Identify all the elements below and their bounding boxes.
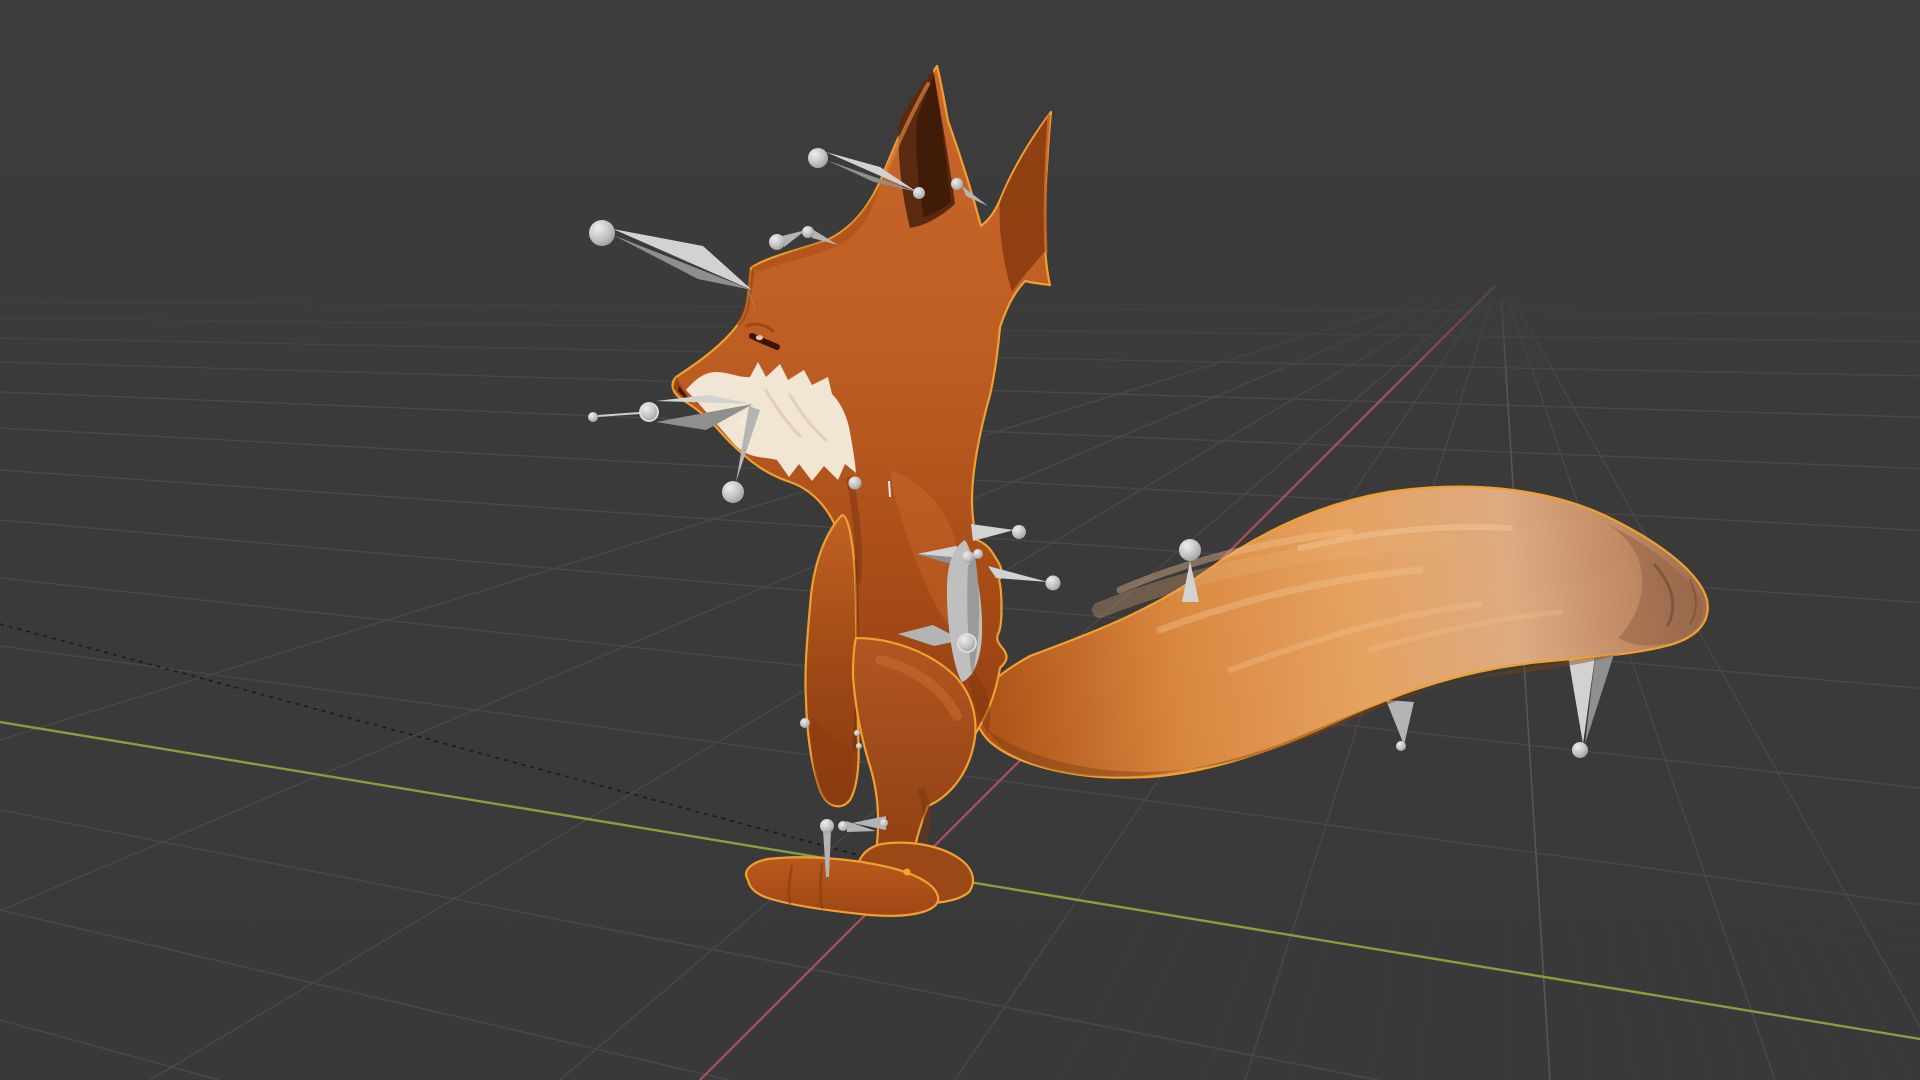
muzzle-small-sphere[interactable] <box>588 412 598 422</box>
jaw-tip-sphere[interactable] <box>722 481 744 503</box>
chest-small-sphere-1[interactable] <box>962 551 974 563</box>
finger-dot-sphere[interactable] <box>854 730 860 736</box>
object-origin-dot[interactable] <box>903 868 911 876</box>
tail-under-bone-2-sphere[interactable] <box>1572 742 1588 758</box>
ankle-needle-sphere[interactable] <box>820 819 834 833</box>
rear-toe-sphere[interactable] <box>880 819 888 827</box>
tail-base-sphere[interactable] <box>1179 539 1201 561</box>
tail-under-bone-1-sphere[interactable] <box>1396 741 1406 751</box>
throat-stick-bone[interactable] <box>888 480 891 498</box>
crown-sphere-b[interactable] <box>802 226 814 238</box>
far-ear-bone-sphere[interactable] <box>951 178 963 190</box>
crown-sphere-a[interactable] <box>769 234 785 250</box>
chest-small-sphere-2[interactable] <box>973 549 983 559</box>
chest-spike-up-sphere[interactable] <box>1012 525 1026 539</box>
ear-bone-tip-sphere[interactable] <box>913 187 925 199</box>
muzzle-ring-sphere[interactable] <box>639 402 659 422</box>
scapula-ring-sphere[interactable] <box>957 633 977 653</box>
chest-spike-right-sphere[interactable] <box>1045 575 1061 591</box>
finger-dot-sphere[interactable] <box>856 743 862 749</box>
skull-bone-head-sphere[interactable] <box>589 220 615 246</box>
viewport-canvas[interactable] <box>0 0 1920 1080</box>
blender-3d-viewport[interactable] <box>0 0 1920 1080</box>
wrist-sphere[interactable] <box>800 718 810 728</box>
eye-gleam[interactable] <box>755 335 763 341</box>
throat-sphere[interactable] <box>848 476 862 490</box>
ankle-small-sphere[interactable] <box>838 821 848 831</box>
ear-bone-head-sphere[interactable] <box>808 148 828 168</box>
